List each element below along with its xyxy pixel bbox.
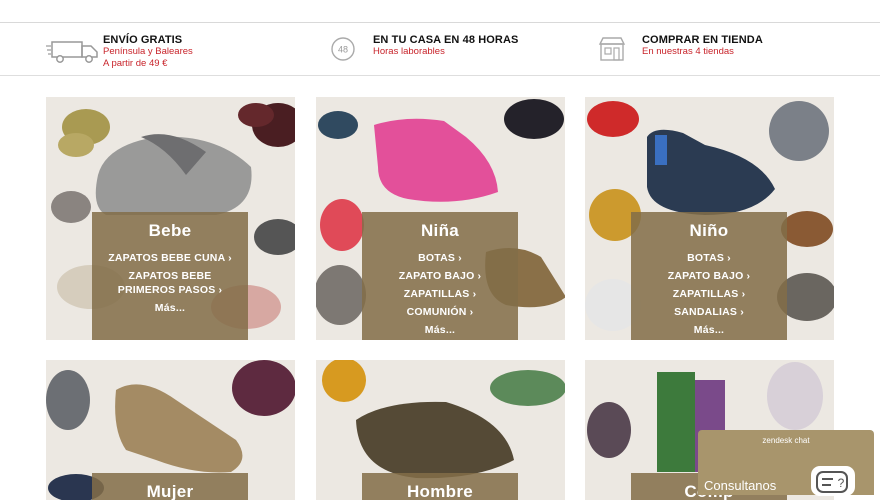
category-card-hombre[interactable]: Hombre	[316, 360, 565, 500]
chat-bubble-icon[interactable]: ?	[811, 466, 855, 496]
svg-text:48: 48	[338, 45, 348, 55]
benefit-free-shipping: ENVÍO GRATIS Península y Baleares A part…	[46, 34, 246, 74]
benefits-divider	[0, 75, 880, 76]
more-link[interactable]: Más...	[362, 321, 518, 339]
category-link[interactable]: BOTAS ›	[631, 249, 787, 267]
category-title[interactable]: Bebe	[92, 221, 248, 241]
category-title[interactable]: Mujer	[92, 482, 248, 500]
category-link[interactable]: BOTAS ›	[362, 249, 518, 267]
more-link[interactable]: Más...	[631, 321, 787, 339]
category-card-mujer[interactable]: Mujer	[46, 360, 295, 500]
truck-icon	[46, 38, 100, 69]
benefit-48h: 48 EN TU CASA EN 48 HORAS Horas laborabl…	[330, 34, 550, 74]
category-card-bebe[interactable]: Bebe ZAPATOS BEBE CUNA › ZAPATOS BEBE PR…	[46, 97, 295, 340]
category-link[interactable]: ZAPATO BAJO ›	[362, 267, 518, 285]
category-title[interactable]: Hombre	[362, 482, 518, 500]
category-link[interactable]: ZAPATILLAS ›	[362, 285, 518, 303]
clock-48-icon: 48	[330, 36, 356, 67]
category-card-nino[interactable]: Niño BOTAS › ZAPATO BAJO › ZAPATILLAS › …	[585, 97, 834, 340]
chat-widget[interactable]: zendesk chat Consultanos ?	[698, 430, 874, 496]
category-panel[interactable]: Bebe ZAPATOS BEBE CUNA › ZAPATOS BEBE PR…	[92, 212, 248, 340]
chat-label[interactable]: Consultanos	[704, 478, 776, 493]
benefit-store: COMPRAR EN TIENDA En nuestras 4 tiendas	[597, 34, 827, 74]
category-link[interactable]: ZAPATO BAJO ›	[631, 267, 787, 285]
category-link[interactable]: SANDALIAS ›	[631, 303, 787, 321]
category-panel[interactable]: Niño BOTAS › ZAPATO BAJO › ZAPATILLAS › …	[631, 212, 787, 340]
category-panel[interactable]: Niña BOTAS › ZAPATO BAJO › ZAPATILLAS › …	[362, 212, 518, 340]
category-title[interactable]: Niña	[362, 221, 518, 241]
benefit-title: EN TU CASA EN 48 HORAS	[373, 34, 519, 46]
category-panel[interactable]: Hombre	[362, 473, 518, 500]
more-link[interactable]: Más...	[92, 299, 248, 317]
benefit-subtitle: Horas laborables	[373, 46, 445, 57]
category-title[interactable]: Niño	[631, 221, 787, 241]
category-link[interactable]: COMUNIÓN ›	[362, 303, 518, 321]
svg-text:?: ?	[838, 476, 845, 490]
category-link[interactable]: ZAPATILLAS ›	[631, 285, 787, 303]
chat-brand: zendesk chat	[762, 436, 810, 445]
category-card-nina[interactable]: Niña BOTAS › ZAPATO BAJO › ZAPATILLAS › …	[316, 97, 565, 340]
benefit-subtitle: Península y Baleares	[103, 46, 193, 57]
benefit-title: COMPRAR EN TIENDA	[642, 34, 763, 46]
top-divider	[0, 22, 880, 23]
benefit-title: ENVÍO GRATIS	[103, 34, 183, 46]
category-link[interactable]: ZAPATOS BEBE PRIMEROS PASOS ›	[92, 267, 248, 299]
category-panel[interactable]: Mujer	[92, 473, 248, 500]
benefit-subtitle: A partir de 49 €	[103, 58, 168, 69]
benefits-bar: ENVÍO GRATIS Península y Baleares A part…	[0, 28, 880, 74]
benefit-subtitle: En nuestras 4 tiendas	[642, 46, 734, 57]
category-link[interactable]: ZAPATOS BEBE CUNA ›	[92, 249, 248, 267]
store-icon	[597, 35, 627, 68]
